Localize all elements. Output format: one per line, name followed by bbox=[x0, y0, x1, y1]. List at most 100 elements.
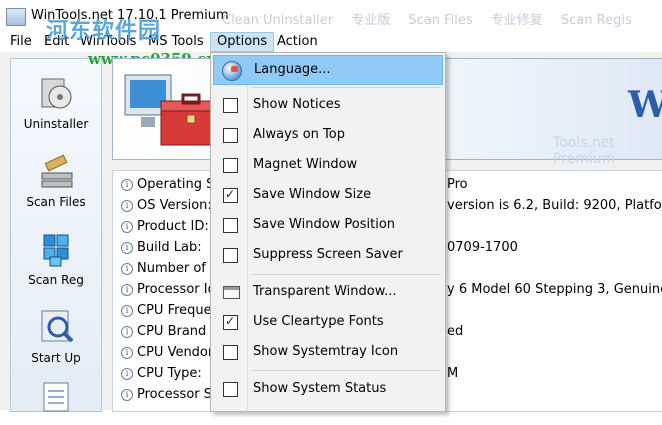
menu-item-label: Always on Top bbox=[253, 127, 345, 142]
sidebar-item-scan-files[interactable]: Scan Files bbox=[11, 151, 101, 209]
app-icon bbox=[6, 8, 26, 26]
info-value: 0709-1700 bbox=[447, 240, 518, 255]
info-row: i Processor Id bbox=[121, 280, 216, 300]
menu-item-label: Save Window Position bbox=[253, 217, 396, 232]
uninstaller-icon bbox=[36, 73, 76, 113]
menu-item-show-notices[interactable]: Show Notices bbox=[213, 91, 443, 119]
checkbox-unchecked[interactable] bbox=[223, 218, 238, 233]
brand-letters: Wi bbox=[628, 84, 662, 126]
info-row: i Number of P bbox=[121, 259, 218, 279]
info-icon: i bbox=[121, 389, 133, 401]
menu-item-always-on-top[interactable]: Always on Top bbox=[213, 121, 443, 149]
menu-item-language[interactable]: Language... bbox=[213, 55, 443, 85]
checkbox-unchecked[interactable] bbox=[223, 382, 238, 397]
info-row: i Operating Sy bbox=[121, 175, 222, 195]
menu-item-show-system-status[interactable]: Show System Status bbox=[213, 375, 443, 403]
menu-item-save-window-size[interactable]: ✓ Save Window Size bbox=[213, 181, 443, 209]
menu-item-use-cleartype-fonts[interactable]: ✓ Use Cleartype Fonts bbox=[213, 308, 443, 336]
info-icon: i bbox=[121, 326, 133, 338]
info-icon: i bbox=[121, 221, 133, 233]
info-label: CPU Vendor: bbox=[137, 345, 218, 360]
options-dropdown-menu: Language... Show Notices Always on Top M… bbox=[210, 52, 446, 412]
menu-action[interactable]: Action bbox=[271, 32, 324, 52]
start-up-icon bbox=[36, 307, 76, 347]
menu-options[interactable]: Options bbox=[210, 32, 275, 52]
checkbox-unchecked[interactable] bbox=[223, 248, 238, 263]
info-icon: i bbox=[121, 263, 133, 275]
menu-item-suppress-screen-saver[interactable]: Suppress Screen Saver bbox=[213, 241, 443, 269]
watermark-logo: 河东软件园 bbox=[46, 18, 162, 44]
info-row: i CPU Frequen bbox=[121, 301, 220, 321]
info-label: Processor Se bbox=[137, 387, 220, 402]
checkbox-unchecked[interactable] bbox=[223, 158, 238, 173]
scan-reg-icon bbox=[36, 229, 76, 269]
info-label: Product ID: bbox=[137, 219, 209, 234]
document-icon bbox=[36, 381, 76, 421]
menu-item-label: Show Systemtray Icon bbox=[253, 344, 399, 359]
info-label: CPU Frequen bbox=[137, 303, 220, 318]
info-row: i Build Lab: bbox=[121, 238, 202, 258]
window-pane-icon bbox=[223, 286, 240, 299]
info-value: version is 6.2, Build: 9200, Platform I bbox=[447, 198, 662, 213]
info-icon: i bbox=[121, 242, 133, 254]
banner-faint-text: Tools.net Premium bbox=[553, 135, 616, 167]
checkbox-checked[interactable]: ✓ bbox=[223, 187, 238, 203]
sidebar-item-start-up[interactable]: Start Up bbox=[11, 307, 101, 365]
sidebar-item-documents[interactable] bbox=[11, 381, 101, 425]
info-row: i Product ID: bbox=[121, 217, 209, 237]
menu-separator bbox=[251, 87, 441, 88]
info-label: Number of P bbox=[137, 261, 218, 276]
menu-item-show-systemtray-icon[interactable]: Show Systemtray Icon bbox=[213, 338, 443, 366]
info-label: OS Version: bbox=[137, 198, 212, 213]
info-icon: i bbox=[121, 284, 133, 296]
info-row: i OS Version: bbox=[121, 196, 212, 216]
info-value: M bbox=[447, 366, 459, 381]
menu-item-label: Use Cleartype Fonts bbox=[253, 314, 384, 329]
globe-icon bbox=[222, 61, 242, 81]
checkbox-unchecked[interactable] bbox=[223, 345, 238, 360]
checkbox-unchecked[interactable] bbox=[223, 98, 238, 113]
info-row: i CPU Vendor: bbox=[121, 343, 217, 363]
sidebar-item-label: Scan Reg bbox=[28, 273, 84, 287]
scan-files-icon bbox=[36, 151, 76, 191]
menu-separator bbox=[251, 274, 441, 275]
menu-item-label: Show Notices bbox=[253, 97, 341, 112]
menu-item-label: Magnet Window bbox=[253, 157, 358, 172]
checkbox-unchecked[interactable] bbox=[223, 128, 238, 143]
info-icon: i bbox=[121, 179, 133, 191]
info-label: Build Lab: bbox=[137, 240, 202, 255]
info-value: y 6 Model 60 Stepping 3, GenuineInte bbox=[447, 282, 662, 297]
background-tab-strip: Clean Uninstaller 专业版 Scan Files 专业修复 Sc… bbox=[222, 9, 646, 28]
sidebar-item-scan-reg[interactable]: Scan Reg bbox=[11, 229, 101, 287]
info-icon: i bbox=[121, 200, 133, 212]
checkmark-icon: ✓ bbox=[225, 187, 236, 201]
info-label: Processor Id bbox=[137, 282, 216, 297]
menu-item-label: Show System Status bbox=[253, 381, 387, 396]
info-value: ed bbox=[447, 324, 464, 339]
sidebar-item-label: Start Up bbox=[31, 351, 81, 365]
menu-separator bbox=[251, 370, 441, 371]
tool-sidebar: Uninstaller Scan Files Scan Reg Start Up bbox=[10, 58, 102, 412]
ghost-tab: Scan Files bbox=[408, 13, 473, 28]
info-icon: i bbox=[121, 305, 133, 317]
menu-file[interactable]: File bbox=[4, 32, 38, 52]
info-row: i CPU Type: bbox=[121, 364, 202, 384]
info-label: CPU Brand II bbox=[137, 324, 219, 339]
sidebar-item-label: Uninstaller bbox=[23, 117, 89, 131]
menu-item-save-window-position[interactable]: Save Window Position bbox=[213, 211, 443, 239]
ghost-tab: 专业修复 bbox=[490, 13, 543, 28]
info-label: CPU Type: bbox=[137, 366, 202, 381]
ghost-tab: Clean Uninstaller bbox=[222, 13, 334, 28]
menu-item-label: Suppress Screen Saver bbox=[253, 247, 403, 262]
sidebar-item-label: Scan Files bbox=[26, 195, 86, 209]
menu-item-transparent-window[interactable]: Transparent Window... bbox=[213, 278, 443, 306]
sidebar-item-uninstaller[interactable]: Uninstaller bbox=[11, 73, 101, 131]
info-row: i CPU Brand II bbox=[121, 322, 218, 342]
info-icon: i bbox=[121, 347, 133, 359]
menu-item-label: Language... bbox=[254, 62, 331, 77]
menu-item-label: Transparent Window... bbox=[253, 284, 397, 299]
info-row: i Processor Se bbox=[121, 385, 220, 405]
checkbox-checked[interactable]: ✓ bbox=[223, 314, 238, 330]
info-value: Pro bbox=[447, 177, 468, 192]
menu-item-magnet-window[interactable]: Magnet Window bbox=[213, 151, 443, 179]
